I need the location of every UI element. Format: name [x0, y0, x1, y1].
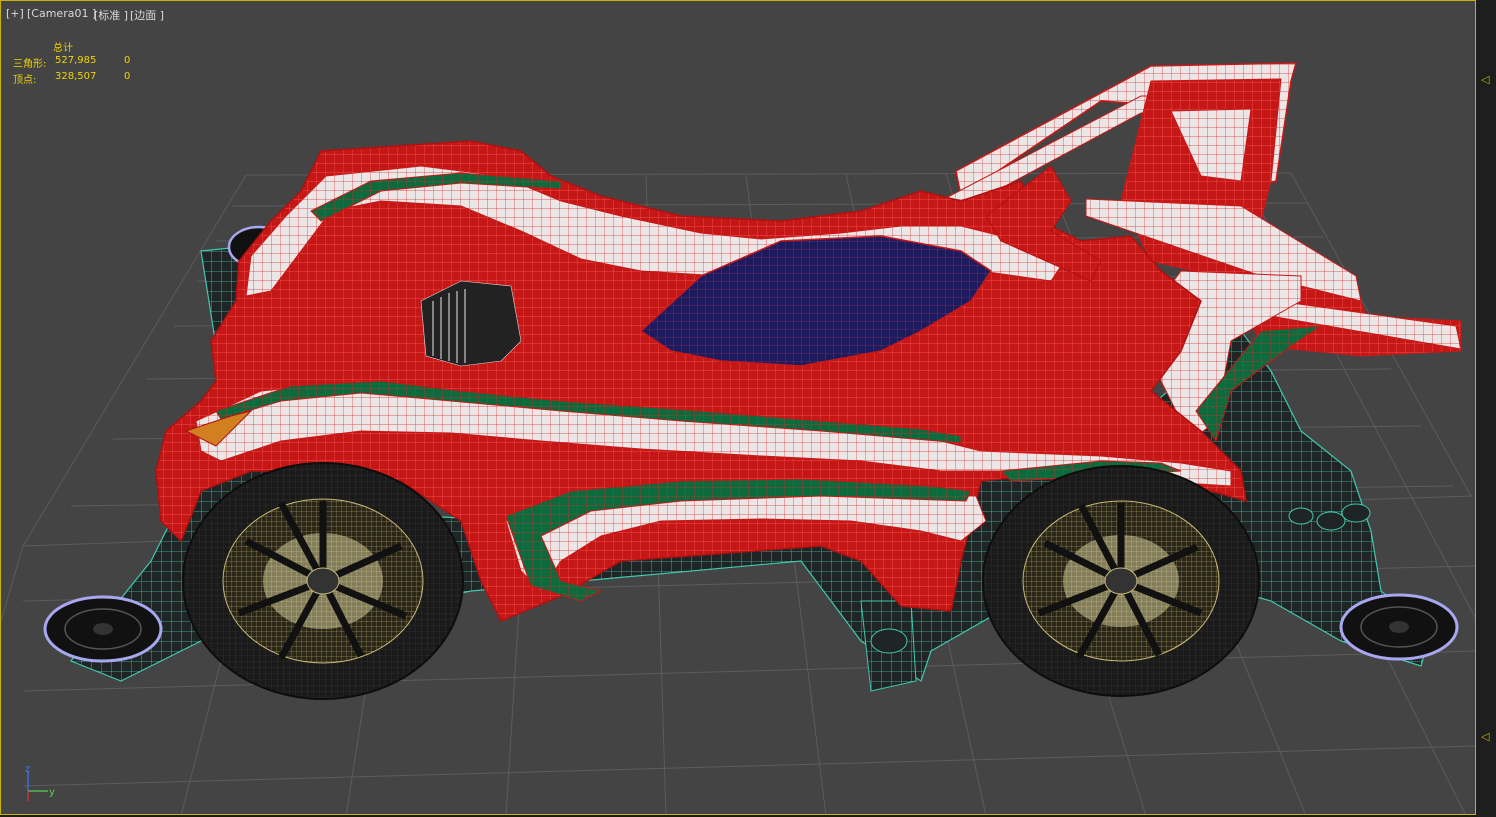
- axis-z-label: z: [25, 764, 30, 775]
- scroll-down-icon[interactable]: ◁: [1481, 731, 1493, 743]
- edged-faces-selector[interactable]: [边面 ]: [130, 7, 164, 23]
- stats-label: 顶点:: [13, 75, 37, 86]
- viewport-menu-button[interactable]: [+]: [6, 7, 24, 20]
- front-roller-left: [43, 595, 163, 663]
- axis-y-label: y: [49, 787, 55, 798]
- stats-total: 328,507: [55, 71, 97, 82]
- stats-selected: 0: [124, 71, 131, 82]
- front-wheel: [182, 462, 464, 700]
- rear-wheel: [982, 465, 1260, 697]
- rear-roller-right: [1339, 593, 1459, 661]
- axis-gizmo: z y: [25, 764, 55, 801]
- scroll-up-icon[interactable]: ◁: [1481, 74, 1493, 86]
- camera-viewport[interactable]: z y [+] [Camera01 ] [标准 ] [边面 ] 总计 三角形: …: [0, 0, 1476, 815]
- right-scroll-strip[interactable]: [1476, 0, 1496, 817]
- camera-selector[interactable]: [Camera01 ]: [27, 7, 96, 20]
- viewport-scene: z y: [1, 62, 1475, 814]
- stats-header: 总计: [53, 43, 73, 54]
- shading-standard-selector[interactable]: [标准 ]: [94, 7, 128, 23]
- stats-selected: 0: [124, 55, 131, 66]
- stats-label: 三角形:: [13, 59, 47, 70]
- stats-total: 527,985: [55, 55, 97, 66]
